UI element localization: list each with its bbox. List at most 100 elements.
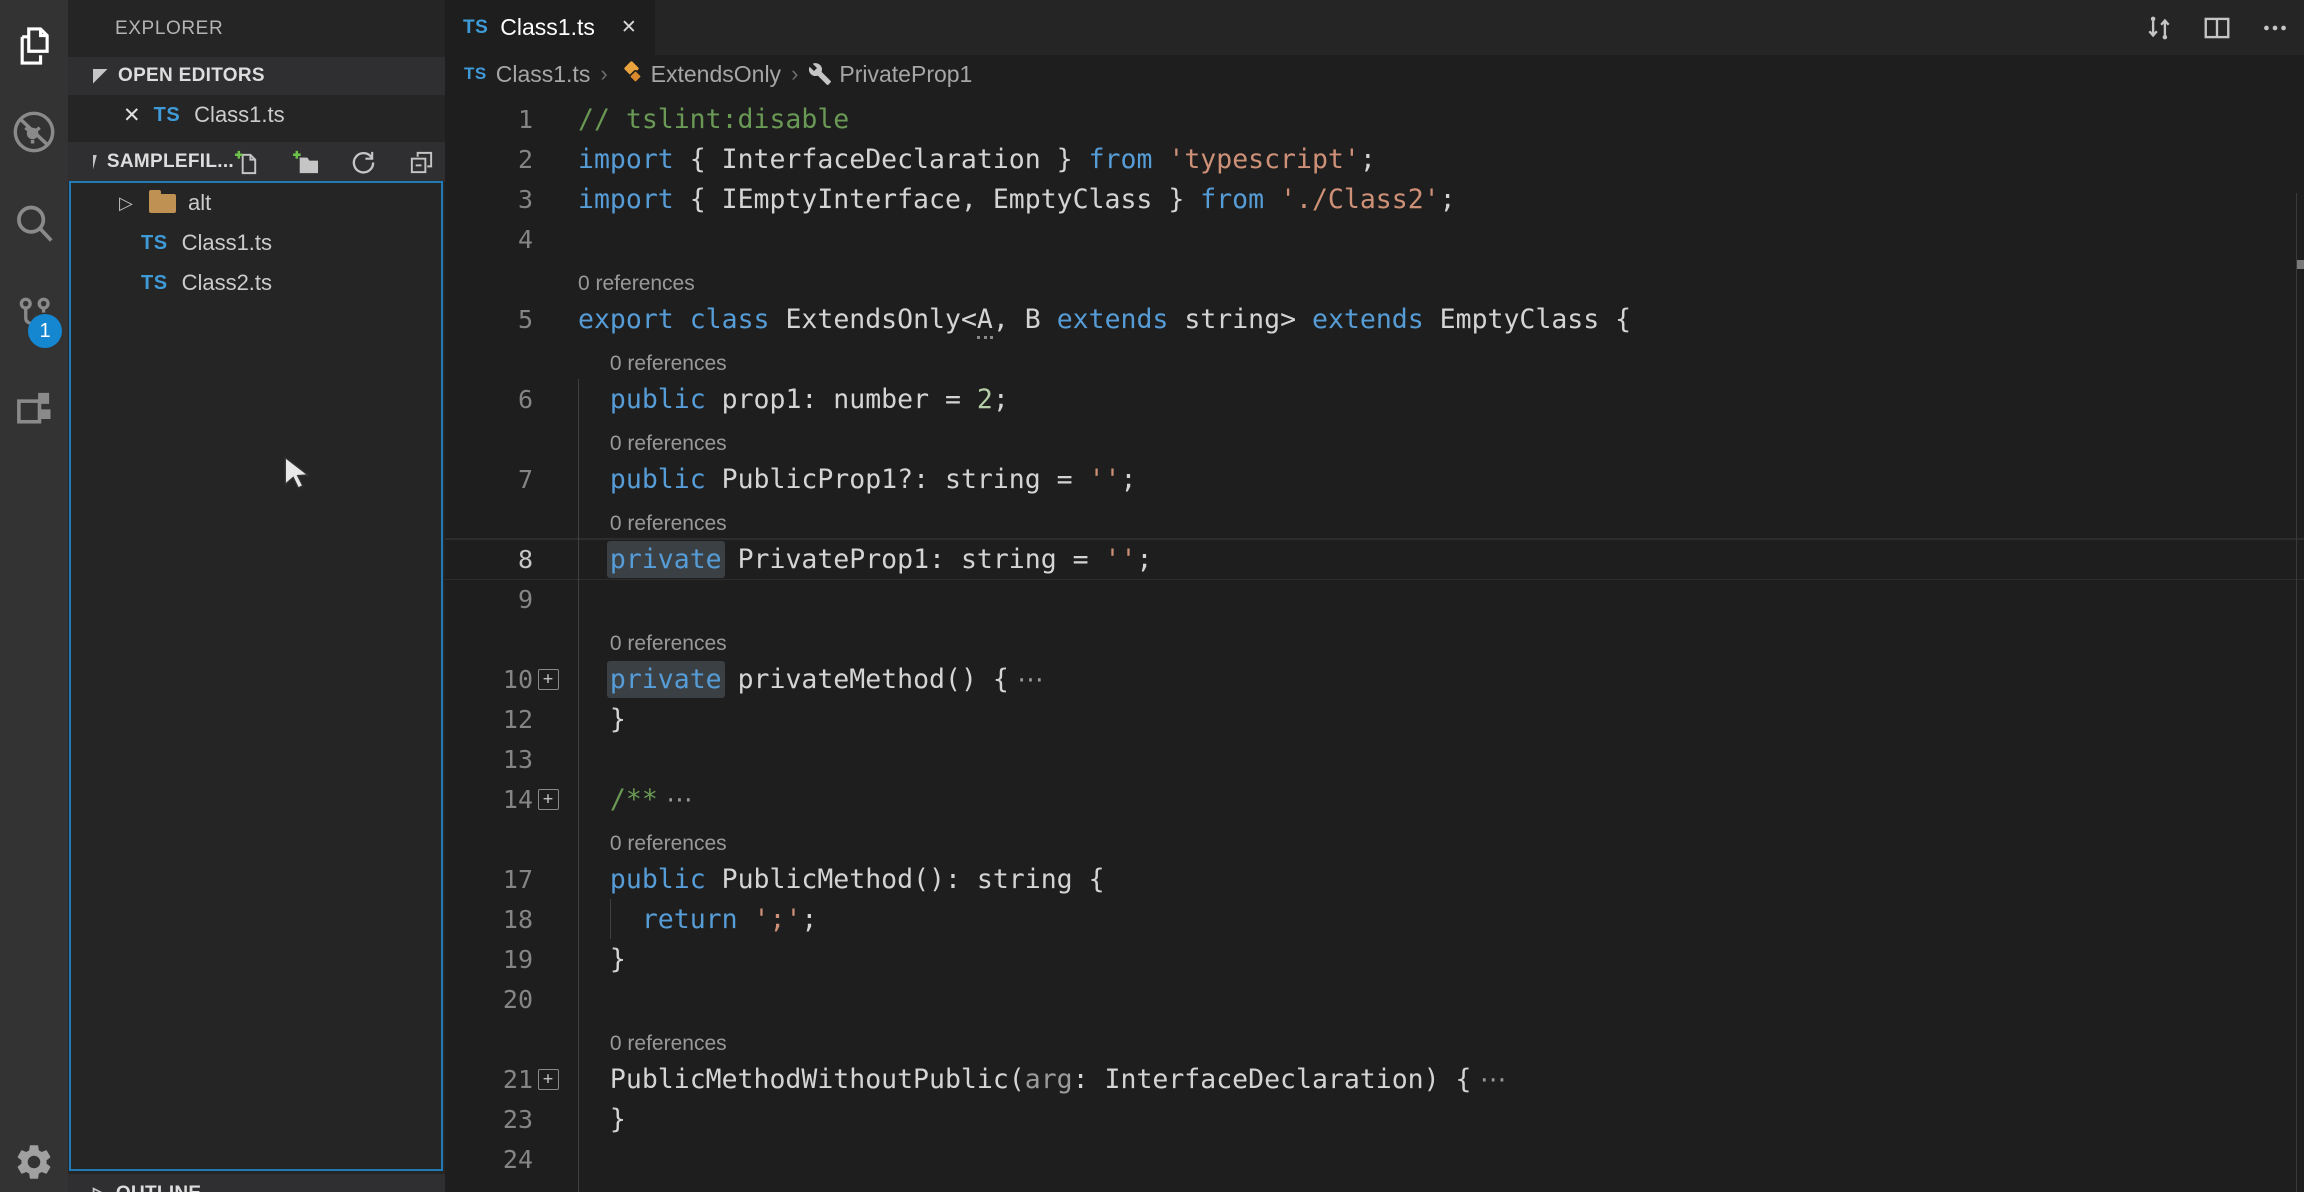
- fold-expand-icon[interactable]: +: [537, 1068, 559, 1090]
- codelens-references[interactable]: 0 references: [610, 1032, 727, 1056]
- codelens-row: 0 references: [445, 419, 2304, 459]
- line-number[interactable]: 4: [445, 225, 533, 254]
- code-text[interactable]: }: [578, 944, 626, 975]
- code-token: }: [1040, 143, 1089, 175]
- extensions-icon[interactable]: [0, 368, 68, 448]
- code-text[interactable]: return ';';: [578, 903, 818, 935]
- codelens-references[interactable]: 0 references: [610, 352, 727, 376]
- breadcrumb-property[interactable]: PrivateProp1: [808, 61, 972, 88]
- fold-expand-icon[interactable]: +: [537, 668, 559, 690]
- codelens-references[interactable]: 0 references: [610, 832, 727, 856]
- codelens-references[interactable]: 0 references: [610, 512, 727, 536]
- code-token: : InterfaceDeclaration) {: [1072, 1063, 1472, 1095]
- new-file-icon[interactable]: [234, 149, 261, 176]
- tree-item-alt[interactable]: ▷ alt: [71, 183, 441, 223]
- code-line-13: 13: [445, 739, 2304, 779]
- breadcrumb-class[interactable]: ExtendsOnly: [618, 61, 781, 88]
- code-text[interactable]: }: [578, 1104, 626, 1135]
- close-icon[interactable]: ✕: [123, 103, 141, 128]
- code-text[interactable]: PublicMethodWithoutPublic(arg: Interface…: [578, 1063, 1507, 1095]
- open-editor-class1[interactable]: ✕ TS Class1.ts: [68, 95, 445, 135]
- line-number[interactable]: 21: [445, 1065, 533, 1094]
- refresh-icon[interactable]: [350, 149, 377, 176]
- code-text[interactable]: import { IEmptyInterface, EmptyClass } f…: [578, 184, 1456, 215]
- codelens-references[interactable]: 0 references: [610, 632, 727, 656]
- code-text[interactable]: public PublicMethod(): string {: [578, 864, 1105, 895]
- split-editor-icon[interactable]: [2202, 13, 2232, 43]
- codelens-references[interactable]: 0 references: [578, 272, 695, 296]
- code-editor[interactable]: 1 // tslint:disable 2 import { InterfaceDec…: [445, 93, 2304, 1192]
- open-editor-label: Class1.ts: [194, 102, 285, 127]
- code-text[interactable]: public PublicProp1?: string = '';: [578, 464, 1137, 495]
- line-number[interactable]: 9: [445, 585, 533, 614]
- codelens-references[interactable]: 0 references: [610, 432, 727, 456]
- line-number[interactable]: 8: [445, 545, 533, 574]
- line-number[interactable]: 7: [445, 465, 533, 494]
- codelens-row: 0 references: [445, 1019, 2304, 1059]
- line-number[interactable]: 5: [445, 305, 533, 334]
- tab-label: Class1.ts: [500, 14, 595, 40]
- codelens-row: 0 references: [445, 819, 2304, 859]
- code-text[interactable]: export class ExtendsOnly<A, B extends st…: [578, 303, 1631, 339]
- line-number[interactable]: 12: [445, 705, 533, 734]
- folder-section-header[interactable]: SAMPLEFIL...: [68, 142, 445, 182]
- code-token: /**: [578, 783, 658, 815]
- code-token: privateMethod() {: [737, 663, 1009, 695]
- line-number[interactable]: 18: [445, 905, 533, 934]
- open-editors-header[interactable]: OPEN EDITORS: [68, 57, 445, 95]
- code-token: ⋯: [657, 783, 693, 815]
- code-token: ;: [801, 903, 818, 935]
- line-number[interactable]: 10: [445, 665, 533, 694]
- extensions-blocks-icon: [17, 392, 51, 424]
- settings-gear-icon[interactable]: [0, 1122, 68, 1192]
- code-token: public: [609, 383, 706, 415]
- code-token: string>: [1184, 303, 1312, 335]
- tree-item-class1[interactable]: TS Class1.ts: [71, 223, 441, 263]
- tree-item-class2[interactable]: TS Class2.ts: [71, 263, 441, 303]
- line-number[interactable]: 19: [445, 945, 533, 974]
- gear-icon: [17, 1145, 51, 1179]
- outline-header[interactable]: ▷ OUTLINE: [68, 1174, 445, 1192]
- search-icon[interactable]: [0, 184, 68, 264]
- fold-expand-icon[interactable]: +: [537, 788, 559, 810]
- debug-disabled-icon[interactable]: [0, 92, 68, 172]
- code-text[interactable]: private privateMethod() { ⋯: [578, 663, 1044, 695]
- tab-close-icon[interactable]: ✕: [621, 16, 637, 39]
- line-number[interactable]: 13: [445, 745, 533, 774]
- line-number[interactable]: 3: [445, 185, 533, 214]
- code-text[interactable]: }: [578, 704, 626, 735]
- code-token: './Class2': [1280, 183, 1440, 215]
- code-token: export: [578, 303, 674, 335]
- explorer-icon[interactable]: [0, 6, 68, 86]
- code-line-23: 23 }: [445, 1099, 2304, 1139]
- code-text[interactable]: import { InterfaceDeclaration } from 'ty…: [578, 144, 1376, 175]
- line-number[interactable]: 17: [445, 865, 533, 894]
- code-text[interactable]: /** ⋯: [578, 784, 693, 815]
- ts-file-icon: TS: [463, 16, 489, 38]
- new-folder-icon[interactable]: [292, 149, 319, 176]
- line-number[interactable]: 14: [445, 785, 533, 814]
- breadcrumb-file[interactable]: TS Class1.ts: [464, 61, 590, 88]
- line-number[interactable]: 23: [445, 1105, 533, 1134]
- line-number[interactable]: 20: [445, 985, 533, 1014]
- code-token: PublicMethodWithoutPublic(: [609, 1063, 1025, 1095]
- line-number[interactable]: 2: [445, 145, 533, 174]
- sync-views-icon[interactable]: [2144, 13, 2174, 43]
- code-text[interactable]: private PrivateProp1: string = '';: [578, 543, 1152, 575]
- more-actions-icon[interactable]: [2260, 13, 2290, 43]
- code-text[interactable]: // tslint:disable: [578, 104, 849, 135]
- code-line-7: 7 public PublicProp1?: string = '';: [445, 459, 2304, 499]
- source-control-icon[interactable]: 1: [0, 276, 68, 356]
- line-number[interactable]: 24: [445, 1145, 533, 1174]
- code-token: ;: [1439, 183, 1456, 215]
- collapse-all-icon[interactable]: [408, 149, 435, 176]
- tab-class1[interactable]: TS Class1.ts ✕: [445, 0, 655, 55]
- line-number[interactable]: 6: [445, 385, 533, 414]
- line-number[interactable]: 1: [445, 105, 533, 134]
- code-token: , B: [992, 303, 1057, 335]
- code-text[interactable]: public prop1: number = 2;: [578, 384, 1009, 415]
